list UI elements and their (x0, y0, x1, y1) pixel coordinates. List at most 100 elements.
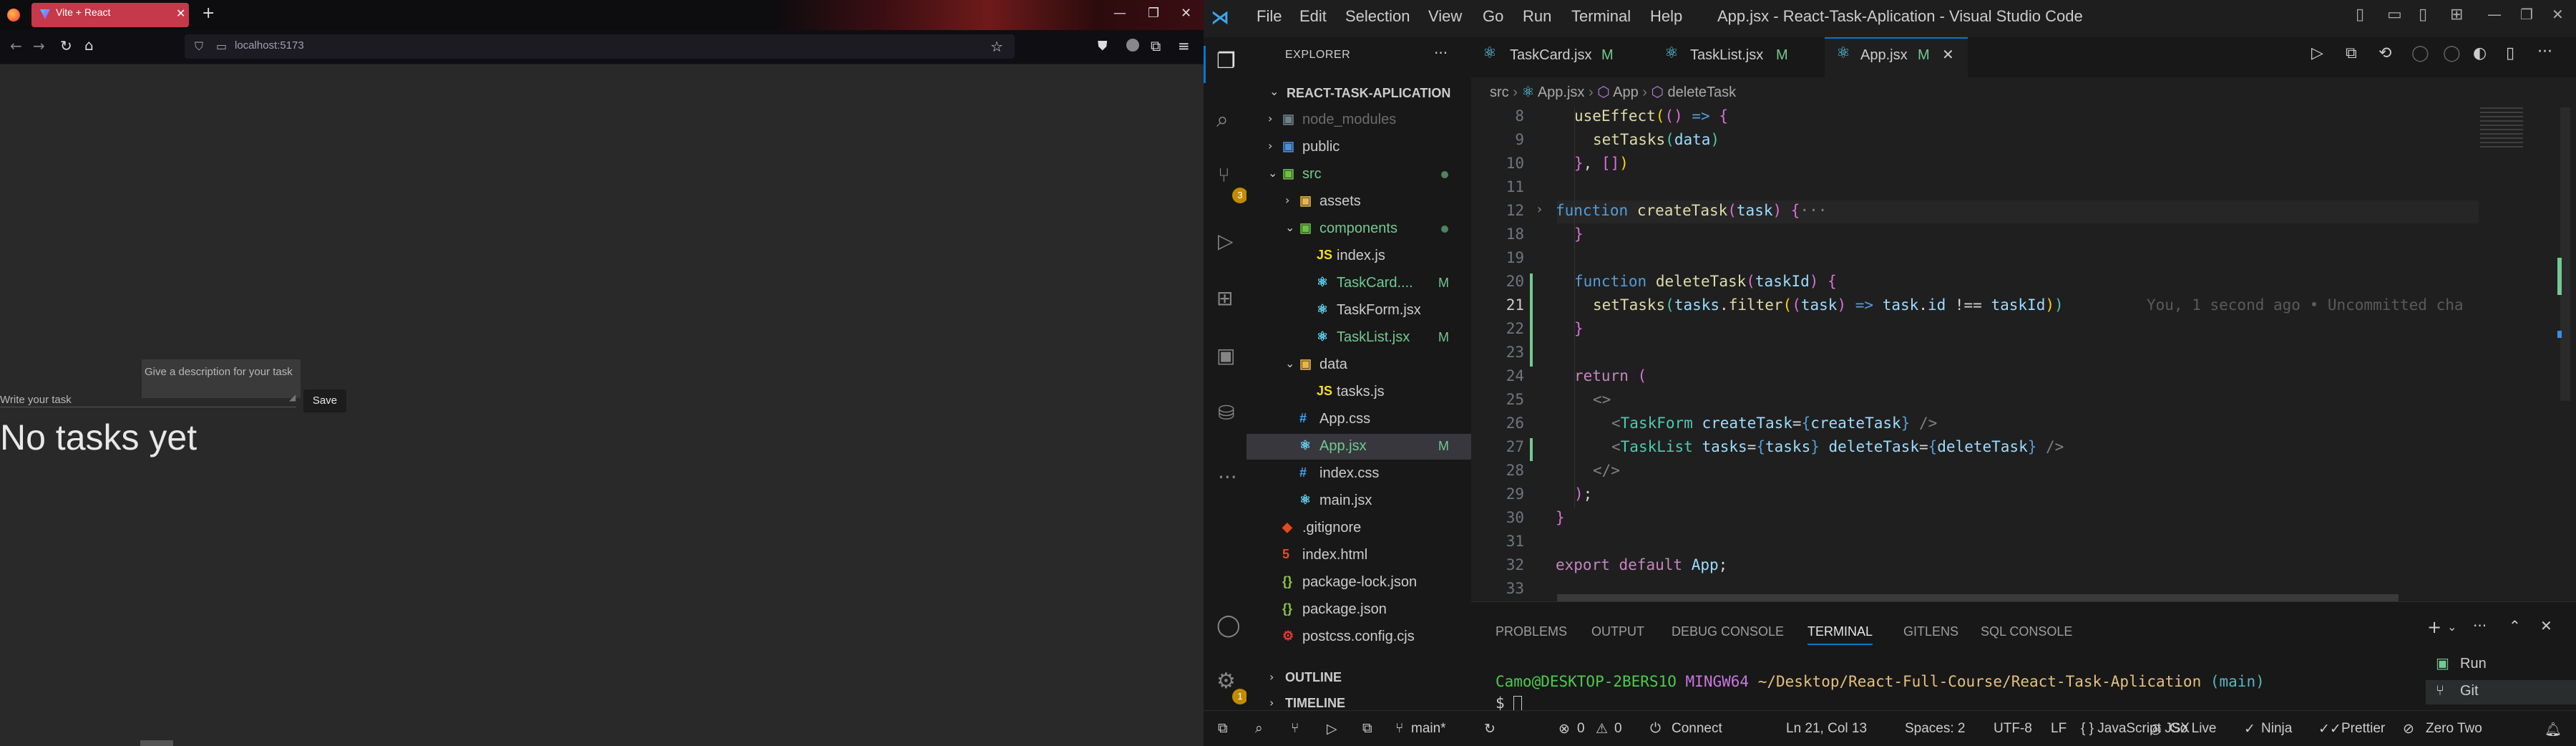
description-textarea[interactable]: Give a description for your task (142, 359, 301, 398)
minimize-icon[interactable]: — (1113, 6, 1126, 21)
toggle-secondary-sidebar-icon[interactable]: ▯ (2419, 6, 2427, 24)
explorer-more-icon[interactable]: ··· (1434, 44, 1448, 62)
menu-go[interactable]: Go (1483, 7, 1503, 26)
timeline-section[interactable]: TIMELINE (1285, 696, 1345, 711)
customize-layout-icon[interactable]: ⊞ (2450, 6, 2463, 24)
vs-close-icon[interactable]: ✕ (2552, 6, 2564, 23)
tree-item[interactable]: › ▣ public (1246, 135, 1471, 160)
status-eol[interactable]: LF (2051, 721, 2067, 737)
chevron-down-icon[interactable]: ⌄ (1269, 84, 1279, 98)
vs-restore-icon[interactable]: ❐ (2520, 6, 2533, 23)
extension-icon[interactable] (1126, 39, 1139, 52)
menu-edit[interactable]: Edit (1299, 7, 1327, 26)
menu-icon[interactable]: ≡ (1178, 37, 1190, 54)
horizontal-scrollbar-thumb[interactable] (140, 740, 173, 746)
forward-icon[interactable]: → (33, 37, 45, 54)
source-control-icon[interactable]: ⑂ (1218, 163, 1230, 187)
menu-terminal[interactable]: Terminal (1571, 7, 1631, 26)
url-bar[interactable] (185, 34, 1015, 59)
tree-item[interactable]: # index.css (1246, 461, 1471, 487)
shield-icon[interactable]: ⛉ (195, 39, 203, 54)
chevron-right-icon[interactable]: › (1268, 112, 1272, 125)
panel-tab-gitlens[interactable]: GITLENS (1903, 624, 1958, 639)
chevron-down-icon[interactable]: ⌄ (1285, 221, 1294, 234)
notifications-bell-icon[interactable]: 🔔︎ (2545, 721, 2562, 738)
fold-chevron-icon[interactable]: › (1537, 202, 1542, 217)
tree-item[interactable]: {} package.json (1246, 597, 1471, 623)
panel-tab-problems[interactable]: PROBLEMS (1496, 624, 1567, 639)
chevron-down-icon[interactable]: ⌄ (1285, 357, 1294, 370)
back-icon[interactable]: ← (10, 37, 22, 54)
tree-item[interactable]: JS index.js (1246, 243, 1471, 269)
tree-item[interactable]: ⌄ ▣ data (1246, 352, 1471, 378)
tree-item[interactable]: 5 index.html (1246, 543, 1471, 568)
toggle-panel-icon[interactable]: ▭ (2387, 6, 2402, 24)
run-code-icon[interactable]: ▷ (2311, 44, 2323, 62)
reload-icon[interactable]: ↻ (60, 37, 72, 54)
status-debug-icon[interactable]: ▷ (1327, 721, 1337, 737)
tree-item[interactable]: {} package-lock.json (1246, 570, 1471, 596)
more-icon[interactable]: ··· (1218, 465, 1237, 489)
status-spaces[interactable]: Spaces: 2 (1905, 721, 1966, 737)
breadcrumb-item[interactable]: App (1613, 84, 1639, 100)
terminal-list-git[interactable]: Git (2460, 683, 2479, 699)
menu-selection[interactable]: Selection (1345, 7, 1410, 26)
editor-horizontal-scrollbar[interactable] (1557, 594, 2399, 601)
explorer-icon[interactable]: ❐ (1216, 49, 1236, 74)
panel-tab-debug-console[interactable]: DEBUG CONSOLE (1672, 624, 1784, 639)
chevron-right-icon[interactable]: › (1269, 696, 1274, 709)
status-errors[interactable]: 0 (1577, 721, 1585, 737)
page-icon[interactable]: ▭ (216, 39, 227, 53)
run-debug-icon[interactable]: ▷ (1218, 229, 1234, 253)
breadcrumb-item[interactable]: src (1490, 84, 1509, 100)
toggle-sidebar-icon[interactable]: ▯ (2356, 6, 2364, 24)
panel-tab-terminal[interactable]: TERMINAL (1807, 624, 1873, 645)
status-position[interactable]: Ln 21, Col 13 (1786, 721, 1867, 737)
terminal-list-item-active[interactable] (2426, 680, 2576, 704)
extensions-puzzle-icon[interactable]: ⧉ (1151, 37, 1161, 54)
save-button[interactable]: Save (303, 389, 346, 412)
panel-more-icon[interactable]: ··· (2473, 617, 2487, 634)
menu-run[interactable]: Run (1523, 7, 1551, 26)
sync-icon[interactable]: ↻ (1484, 721, 1496, 737)
tree-item[interactable]: # App.css (1246, 407, 1471, 432)
url-text[interactable]: localhost:5173 (235, 39, 304, 52)
outline-section[interactable]: OUTLINE (1285, 670, 1342, 685)
terminal-dropdown-icon[interactable]: ⌄ (2447, 620, 2457, 634)
new-terminal-icon[interactable]: + (2427, 617, 2441, 637)
tree-item[interactable]: ⚛ main.jsx (1246, 488, 1471, 514)
vs-minimize-icon[interactable]: — (2487, 6, 2502, 23)
menu-view[interactable]: View (1428, 7, 1462, 26)
extensions-icon[interactable]: ⊞ (1216, 286, 1233, 310)
tab-close-icon[interactable]: ✕ (1942, 46, 1954, 63)
tree-item[interactable]: ⚛ TaskCard.... M (1246, 271, 1471, 296)
tree-item[interactable]: ⚛ TaskForm.jsx (1246, 298, 1471, 324)
minimap[interactable] (2480, 107, 2552, 150)
project-root[interactable]: REACT-TASK-APLICATION (1287, 86, 1450, 101)
status-search-icon[interactable]: ⌕ (1255, 721, 1263, 737)
tree-item[interactable]: ◆ .gitignore (1246, 515, 1471, 541)
status-ninja[interactable]: Ninja (2261, 721, 2292, 737)
window-close-icon[interactable]: ✕ (1181, 6, 1191, 21)
terminal-list-run[interactable]: Run (2460, 656, 2487, 672)
accounts-icon[interactable]: ◯ (1216, 613, 1241, 638)
editor-more-icon[interactable]: ··· (2537, 43, 2552, 61)
tree-item[interactable]: ⚛ TaskList.jsx M (1246, 325, 1471, 351)
remote-icon[interactable]: ⧉ (1218, 721, 1228, 737)
status-git-icon[interactable]: ⑂ (1291, 721, 1299, 737)
bookmark-star-icon[interactable]: ☆ (990, 38, 1003, 55)
tab-close-icon[interactable]: ✕ (176, 6, 185, 20)
editor-vertical-scrollbar[interactable] (2560, 107, 2570, 401)
panel-tab-sql-console[interactable]: SQL CONSOLE (1981, 624, 2072, 639)
next-change-icon[interactable]: ◯ (2443, 44, 2461, 62)
chevron-right-icon[interactable]: › (1269, 670, 1274, 684)
menu-help[interactable]: Help (1650, 7, 1682, 26)
new-tab-icon[interactable]: + (202, 4, 215, 22)
status-prettier[interactable]: Prettier (2341, 721, 2385, 737)
status-golive[interactable]: Go Live (2170, 721, 2216, 737)
breadcrumb-item[interactable]: deleteTask (1668, 84, 1737, 100)
status-branch[interactable]: main* (1411, 721, 1446, 737)
split-editor-icon[interactable]: ▯ (2506, 44, 2514, 62)
chevron-down-icon[interactable]: ⌄ (1268, 166, 1277, 180)
tree-item[interactable]: › ▣ node_modules (1246, 107, 1471, 133)
